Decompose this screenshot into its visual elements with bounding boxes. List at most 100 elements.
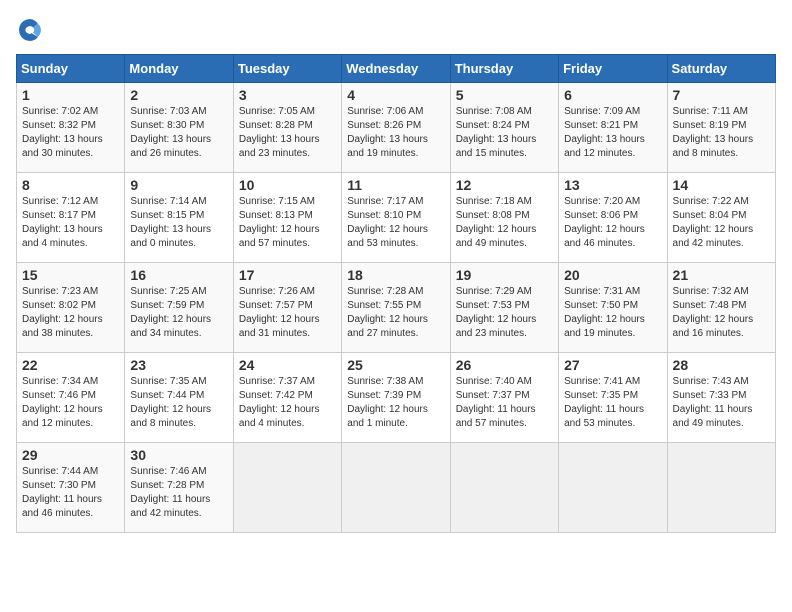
day-number: 9 [130, 177, 227, 193]
sunrise-label: Sunrise: 7:02 AM [22, 106, 98, 117]
sunrise-label: Sunrise: 7:17 AM [347, 196, 423, 207]
table-row: 23 Sunrise: 7:35 AM Sunset: 7:44 PM Dayl… [125, 353, 233, 443]
daylight-label: Daylight: 13 hours and 19 minutes. [347, 134, 428, 159]
sunrise-label: Sunrise: 7:25 AM [130, 286, 206, 297]
sunset-label: Sunset: 7:59 PM [130, 300, 204, 311]
table-row: 24 Sunrise: 7:37 AM Sunset: 7:42 PM Dayl… [233, 353, 341, 443]
sunrise-label: Sunrise: 7:05 AM [239, 106, 315, 117]
sunrise-label: Sunrise: 7:43 AM [673, 376, 749, 387]
sunrise-label: Sunrise: 7:09 AM [564, 106, 640, 117]
day-number: 8 [22, 177, 119, 193]
table-row: 5 Sunrise: 7:08 AM Sunset: 8:24 PM Dayli… [450, 83, 558, 173]
cell-info: Sunrise: 7:26 AM Sunset: 7:57 PM Dayligh… [239, 285, 336, 341]
sunset-label: Sunset: 7:35 PM [564, 390, 638, 401]
day-number: 5 [456, 87, 553, 103]
table-row: 12 Sunrise: 7:18 AM Sunset: 8:08 PM Dayl… [450, 173, 558, 263]
sunset-label: Sunset: 8:19 PM [673, 120, 747, 131]
sunrise-label: Sunrise: 7:32 AM [673, 286, 749, 297]
table-row: 15 Sunrise: 7:23 AM Sunset: 8:02 PM Dayl… [17, 263, 125, 353]
sunset-label: Sunset: 8:08 PM [456, 210, 530, 221]
sunrise-label: Sunrise: 7:44 AM [22, 466, 98, 477]
cell-info: Sunrise: 7:17 AM Sunset: 8:10 PM Dayligh… [347, 195, 444, 251]
day-number: 26 [456, 357, 553, 373]
calendar-table: Sunday Monday Tuesday Wednesday Thursday… [16, 54, 776, 533]
table-row: 25 Sunrise: 7:38 AM Sunset: 7:39 PM Dayl… [342, 353, 450, 443]
daylight-label: Daylight: 11 hours and 49 minutes. [673, 404, 753, 429]
cell-info: Sunrise: 7:41 AM Sunset: 7:35 PM Dayligh… [564, 375, 661, 431]
col-wednesday: Wednesday [342, 55, 450, 83]
day-number: 29 [22, 447, 119, 463]
col-monday: Monday [125, 55, 233, 83]
table-row: 6 Sunrise: 7:09 AM Sunset: 8:21 PM Dayli… [559, 83, 667, 173]
daylight-label: Daylight: 12 hours and 1 minute. [347, 404, 428, 429]
sunrise-label: Sunrise: 7:41 AM [564, 376, 640, 387]
col-friday: Friday [559, 55, 667, 83]
cell-info: Sunrise: 7:35 AM Sunset: 7:44 PM Dayligh… [130, 375, 227, 431]
day-number: 6 [564, 87, 661, 103]
day-number: 28 [673, 357, 770, 373]
sunset-label: Sunset: 8:04 PM [673, 210, 747, 221]
table-row: 27 Sunrise: 7:41 AM Sunset: 7:35 PM Dayl… [559, 353, 667, 443]
sunrise-label: Sunrise: 7:29 AM [456, 286, 532, 297]
table-row: 10 Sunrise: 7:15 AM Sunset: 8:13 PM Dayl… [233, 173, 341, 263]
sunset-label: Sunset: 7:55 PM [347, 300, 421, 311]
day-number: 2 [130, 87, 227, 103]
day-number: 30 [130, 447, 227, 463]
day-number: 10 [239, 177, 336, 193]
sunset-label: Sunset: 7:33 PM [673, 390, 747, 401]
cell-info: Sunrise: 7:18 AM Sunset: 8:08 PM Dayligh… [456, 195, 553, 251]
sunset-label: Sunset: 8:32 PM [22, 120, 96, 131]
calendar-body: 1 Sunrise: 7:02 AM Sunset: 8:32 PM Dayli… [17, 83, 776, 533]
daylight-label: Daylight: 12 hours and 16 minutes. [673, 314, 754, 339]
sunset-label: Sunset: 8:17 PM [22, 210, 96, 221]
daylight-label: Daylight: 12 hours and 23 minutes. [456, 314, 537, 339]
sunrise-label: Sunrise: 7:34 AM [22, 376, 98, 387]
sunset-label: Sunset: 7:30 PM [22, 480, 96, 491]
cell-info: Sunrise: 7:15 AM Sunset: 8:13 PM Dayligh… [239, 195, 336, 251]
table-row: 8 Sunrise: 7:12 AM Sunset: 8:17 PM Dayli… [17, 173, 125, 263]
table-row [233, 443, 341, 533]
cell-info: Sunrise: 7:14 AM Sunset: 8:15 PM Dayligh… [130, 195, 227, 251]
day-number: 3 [239, 87, 336, 103]
sunrise-label: Sunrise: 7:18 AM [456, 196, 532, 207]
sunrise-label: Sunrise: 7:06 AM [347, 106, 423, 117]
table-row: 29 Sunrise: 7:44 AM Sunset: 7:30 PM Dayl… [17, 443, 125, 533]
daylight-label: Daylight: 12 hours and 53 minutes. [347, 224, 428, 249]
cell-info: Sunrise: 7:28 AM Sunset: 7:55 PM Dayligh… [347, 285, 444, 341]
sunrise-label: Sunrise: 7:12 AM [22, 196, 98, 207]
table-row: 14 Sunrise: 7:22 AM Sunset: 8:04 PM Dayl… [667, 173, 775, 263]
daylight-label: Daylight: 11 hours and 46 minutes. [22, 494, 102, 519]
daylight-label: Daylight: 13 hours and 12 minutes. [564, 134, 645, 159]
daylight-label: Daylight: 13 hours and 4 minutes. [22, 224, 103, 249]
sunrise-label: Sunrise: 7:22 AM [673, 196, 749, 207]
table-row: 9 Sunrise: 7:14 AM Sunset: 8:15 PM Dayli… [125, 173, 233, 263]
sunset-label: Sunset: 7:42 PM [239, 390, 313, 401]
table-row [667, 443, 775, 533]
daylight-label: Daylight: 13 hours and 0 minutes. [130, 224, 211, 249]
day-number: 1 [22, 87, 119, 103]
sunrise-label: Sunrise: 7:46 AM [130, 466, 206, 477]
sunset-label: Sunset: 7:39 PM [347, 390, 421, 401]
daylight-label: Daylight: 11 hours and 42 minutes. [130, 494, 210, 519]
cell-info: Sunrise: 7:06 AM Sunset: 8:26 PM Dayligh… [347, 105, 444, 161]
cell-info: Sunrise: 7:22 AM Sunset: 8:04 PM Dayligh… [673, 195, 770, 251]
logo [16, 16, 48, 44]
table-row: 3 Sunrise: 7:05 AM Sunset: 8:28 PM Dayli… [233, 83, 341, 173]
cell-info: Sunrise: 7:31 AM Sunset: 7:50 PM Dayligh… [564, 285, 661, 341]
day-number: 15 [22, 267, 119, 283]
cell-info: Sunrise: 7:34 AM Sunset: 7:46 PM Dayligh… [22, 375, 119, 431]
sunrise-label: Sunrise: 7:26 AM [239, 286, 315, 297]
table-row: 16 Sunrise: 7:25 AM Sunset: 7:59 PM Dayl… [125, 263, 233, 353]
sunrise-label: Sunrise: 7:20 AM [564, 196, 640, 207]
table-row: 30 Sunrise: 7:46 AM Sunset: 7:28 PM Dayl… [125, 443, 233, 533]
daylight-label: Daylight: 13 hours and 30 minutes. [22, 134, 103, 159]
daylight-label: Daylight: 12 hours and 34 minutes. [130, 314, 211, 339]
table-row: 18 Sunrise: 7:28 AM Sunset: 7:55 PM Dayl… [342, 263, 450, 353]
table-row: 22 Sunrise: 7:34 AM Sunset: 7:46 PM Dayl… [17, 353, 125, 443]
sunrise-label: Sunrise: 7:37 AM [239, 376, 315, 387]
cell-info: Sunrise: 7:37 AM Sunset: 7:42 PM Dayligh… [239, 375, 336, 431]
daylight-label: Daylight: 12 hours and 38 minutes. [22, 314, 103, 339]
cell-info: Sunrise: 7:32 AM Sunset: 7:48 PM Dayligh… [673, 285, 770, 341]
daylight-label: Daylight: 12 hours and 31 minutes. [239, 314, 320, 339]
logo-icon [16, 16, 44, 44]
